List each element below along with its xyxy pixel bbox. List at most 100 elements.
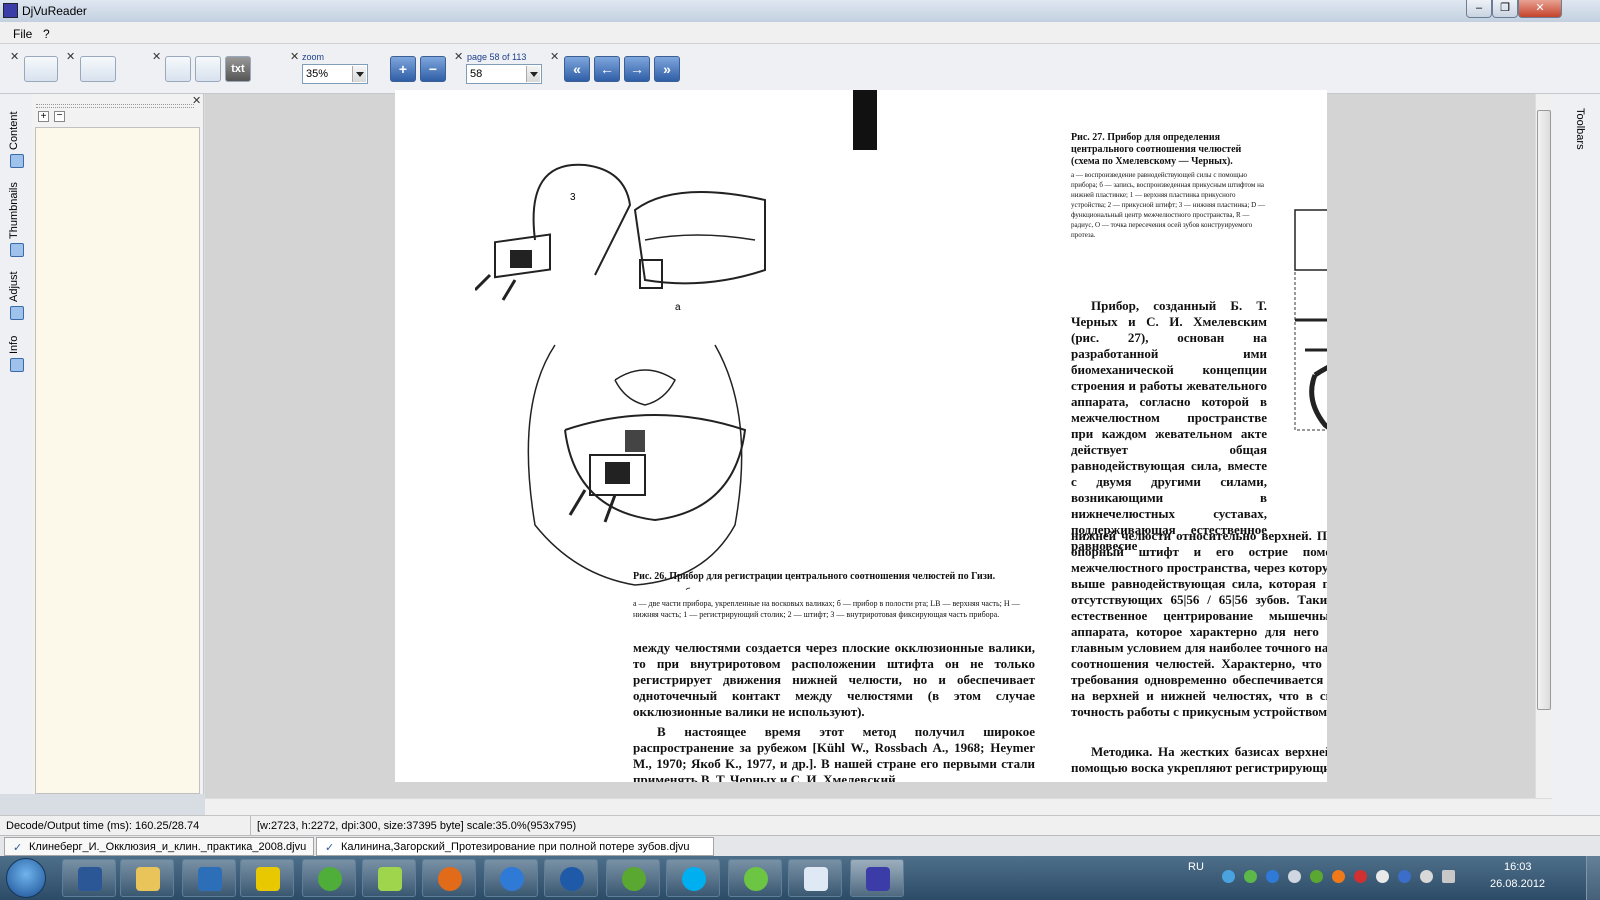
close-icon[interactable]: ✕ [152, 52, 161, 63]
taskbar-app9[interactable] [544, 859, 598, 897]
doc-tab-2[interactable]: ✓ Калинина,Загорский_Протезирование при п… [316, 837, 714, 856]
taskbar-kmplayer[interactable] [182, 859, 236, 897]
tab-adjust[interactable]: Adjust [8, 266, 26, 302]
tray-icon[interactable] [1376, 870, 1389, 883]
taskbar-djvureader[interactable] [850, 859, 904, 897]
doc-tab-1[interactable]: ✓ Клинеберг_И._Окклюзия_и_клин._практика_… [4, 837, 314, 856]
taskbar-app6[interactable] [362, 859, 416, 897]
chevron-down-icon[interactable] [526, 66, 540, 82]
zoom-select[interactable]: 35% [302, 64, 368, 84]
figure-26-note: а — две части прибора, укрепленные на во… [633, 599, 1020, 619]
close-icon[interactable]: ✕ [66, 52, 75, 63]
chevron-down-icon[interactable] [352, 66, 366, 82]
taskbar-skype[interactable] [666, 859, 720, 897]
layout-menu-button[interactable] [24, 56, 58, 82]
taskbar-firefox[interactable] [422, 859, 476, 897]
content-panel: ✕ + − [32, 94, 204, 794]
app-icon [804, 867, 828, 891]
taskbar-word[interactable] [62, 859, 116, 897]
close-icon[interactable]: ✕ [10, 52, 19, 63]
scroll-thumb[interactable] [1537, 110, 1551, 710]
menu-bar: File ? [0, 22, 1600, 44]
folder-icon [136, 867, 160, 891]
app-icon [378, 867, 402, 891]
close-icon[interactable]: ✕ [454, 52, 463, 63]
show-desktop-button[interactable] [1586, 856, 1600, 900]
right-column-paragraph-2: нижней челюсти относительно верхней. При… [1071, 528, 1327, 719]
previous-page-button[interactable]: ← [594, 56, 620, 82]
clock-time[interactable]: 16:03 [1504, 861, 1532, 873]
panel-grip[interactable] [36, 104, 194, 108]
network-icon[interactable] [1442, 870, 1455, 883]
text-select-button[interactable]: txt [225, 56, 251, 82]
content-tree[interactable] [35, 127, 200, 794]
next-page-button[interactable]: → [624, 56, 650, 82]
clock-date[interactable]: 26.08.2012 [1490, 878, 1545, 890]
left-tab-strip: Content Thumbnails Adjust Info [0, 94, 32, 794]
window-title: DjVuReader [22, 4, 87, 18]
taskbar-app8[interactable] [484, 859, 538, 897]
image-select-button[interactable] [195, 56, 221, 82]
right-tab-strip: Toolbars [1552, 94, 1600, 815]
start-button[interactable] [6, 858, 46, 898]
tray-icon[interactable] [1310, 870, 1323, 883]
svg-text:а: а [675, 302, 681, 313]
tray-icon[interactable] [1332, 870, 1345, 883]
tray-icon[interactable] [1244, 870, 1257, 883]
icq-icon [744, 867, 768, 891]
vertical-scrollbar[interactable] [1535, 94, 1552, 798]
toolbar: ✕ ✕ ✕ txt ✕ zoom 35% + − ✕ page 58 of 11… [0, 44, 1600, 94]
skype-icon [682, 867, 706, 891]
tray-icon[interactable] [1266, 870, 1279, 883]
svg-text:б: б [685, 586, 691, 590]
horizontal-scrollbar[interactable] [205, 798, 1552, 815]
figure-26-illustration: 3 а б [475, 163, 766, 590]
expand-all-icon[interactable]: + [38, 111, 49, 122]
doc-tab-2-label: Калинина,Загорский_Протезирование при по… [341, 841, 690, 853]
taskbar-thebat[interactable] [240, 859, 294, 897]
tray-icon[interactable] [1222, 870, 1235, 883]
tab-toolbars[interactable]: Toolbars [1568, 108, 1586, 160]
taskbar-explorer[interactable] [120, 859, 174, 897]
document-viewer[interactable]: 3 а б Рис. 26. Прибор для регистрации це… [205, 90, 1535, 798]
last-page-button[interactable]: » [654, 56, 680, 82]
taskbar-utorrent[interactable] [606, 859, 660, 897]
taskbar-app5[interactable] [302, 859, 356, 897]
document-page: 3 а б Рис. 26. Прибор для регистрации це… [395, 90, 1327, 782]
tab-thumbnails[interactable]: Thumbnails [8, 179, 26, 239]
content-icon [10, 154, 24, 168]
close-icon[interactable]: ✕ [550, 52, 559, 63]
decode-time: Decode/Output time (ms): 160.25/28.74 [6, 820, 200, 832]
scan-shadow [853, 90, 877, 150]
tab-info[interactable]: Info [8, 330, 26, 354]
page-view-menu-button[interactable] [80, 56, 116, 82]
document-tabs: ✓ Клинеберг_И._Окклюзия_и_клин._практика_… [0, 835, 1600, 856]
right-column-paragraph-3: Методика. На жестких базисах верхней и н… [1071, 744, 1327, 775]
app-icon [3, 3, 18, 18]
taskbar-app13[interactable] [788, 859, 842, 897]
tab-content[interactable]: Content [8, 110, 26, 150]
menu-help[interactable]: ? [43, 27, 50, 41]
menu-file[interactable]: File [13, 27, 32, 41]
svg-text:3: 3 [570, 192, 576, 203]
taskbar-icq[interactable] [728, 859, 782, 897]
maximize-button[interactable]: ❐ [1492, 0, 1518, 18]
select-region-button[interactable] [165, 56, 191, 82]
collapse-all-icon[interactable]: − [54, 111, 65, 122]
bluetooth-icon[interactable] [1398, 870, 1411, 883]
close-button[interactable]: ✕ [1518, 0, 1562, 18]
language-indicator[interactable]: RU [1188, 861, 1204, 873]
close-icon[interactable]: ✕ [290, 52, 299, 63]
zoom-label: zoom [302, 52, 325, 62]
page-select[interactable]: 58 [466, 64, 542, 84]
doc-tab-1-label: Клинеберг_И._Окклюзия_и_клин._практика_2… [29, 841, 307, 853]
tray-icon[interactable] [1288, 870, 1301, 883]
volume-icon[interactable] [1420, 870, 1433, 883]
tray-icon[interactable] [1354, 870, 1367, 883]
left-column-paragraph-1: между челюстями создается через плоские … [633, 640, 1035, 719]
zoom-in-button[interactable]: + [390, 56, 416, 82]
zoom-out-button[interactable]: − [420, 56, 446, 82]
minimize-button[interactable]: – [1466, 0, 1492, 18]
first-page-button[interactable]: « [564, 56, 590, 82]
app-icon [500, 867, 524, 891]
